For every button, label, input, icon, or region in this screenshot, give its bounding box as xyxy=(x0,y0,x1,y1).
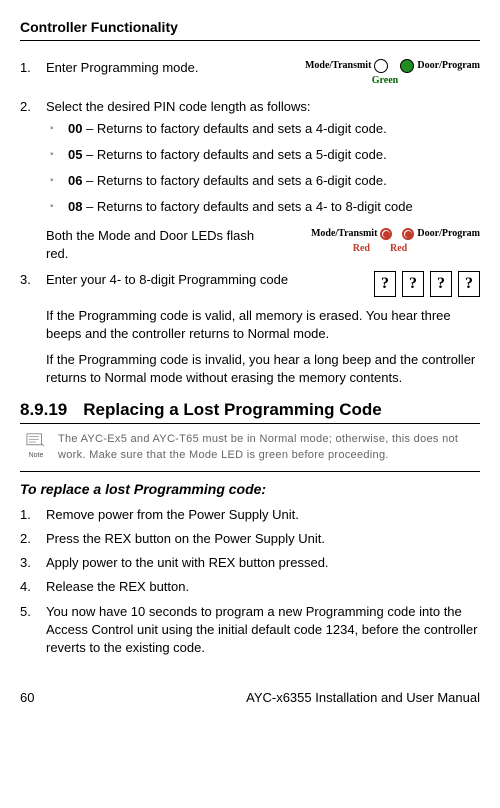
led-row-2: Mode/Transmit Door/Program xyxy=(280,227,480,241)
both-leds-block: Mode/Transmit Door/Program Red Red Both … xyxy=(20,227,480,263)
code-box-2: ? xyxy=(402,271,424,297)
step-2-intro: Select the desired PIN code length as fo… xyxy=(46,99,310,114)
led-diagram-2: Mode/Transmit Door/Program Red Red xyxy=(280,227,480,256)
mode-transmit-label-2: Mode/Transmit xyxy=(311,227,377,241)
code-box-4: ? xyxy=(458,271,480,297)
desc-06: – Returns to factory defaults and sets a… xyxy=(82,173,386,188)
section-title: Replacing a Lost Programming Code xyxy=(83,400,382,419)
red-label-1: Red xyxy=(353,242,370,256)
pin-option-00: 00 – Returns to factory defaults and set… xyxy=(46,120,480,138)
step-1: Mode/Transmit Door/Program Green Enter P… xyxy=(20,59,480,88)
code-06: 06 xyxy=(68,173,82,188)
red-labels-row: Red Red xyxy=(280,242,480,256)
door-led-green-icon xyxy=(400,59,414,73)
code-entry-boxes: ? ? ? ? xyxy=(374,271,480,297)
section-heading: 8.9.19 Replacing a Lost Programming Code xyxy=(20,398,480,422)
mode-transmit-label: Mode/Transmit xyxy=(305,59,371,73)
code-00: 00 xyxy=(68,121,82,136)
pin-option-08: 08 – Returns to factory defaults and set… xyxy=(46,198,480,216)
page-header: Controller Functionality xyxy=(20,18,480,38)
step-3: ? ? ? ? Enter your 4- to 8-digit Program… xyxy=(20,271,480,297)
replace-steps-list: Remove power from the Power Supply Unit.… xyxy=(20,506,480,657)
door-program-label: Door/Program xyxy=(417,59,480,73)
step-3-text: Enter your 4- to 8-digit Programming cod… xyxy=(46,272,288,287)
page-number: 60 xyxy=(20,689,34,707)
section-number: 8.9.19 xyxy=(20,400,67,419)
green-color-label: Green xyxy=(290,74,480,88)
valid-text: If the Programming code is valid, all me… xyxy=(20,307,480,343)
note-icon: Note xyxy=(22,432,50,460)
replace-step-5: You now have 10 seconds to program a new… xyxy=(20,603,480,658)
invalid-text: If the Programming code is invalid, you … xyxy=(20,351,480,387)
sub-heading: To replace a lost Programming code: xyxy=(20,480,480,500)
led-row: Mode/Transmit Door/Program xyxy=(290,59,480,73)
step-1-text: Enter Programming mode. xyxy=(46,60,198,75)
replace-step-2: Press the REX button on the Power Supply… xyxy=(20,530,480,548)
header-divider xyxy=(20,40,480,41)
page-footer: 60 AYC-x6355 Installation and User Manua… xyxy=(20,689,480,707)
door-program-label-2: Door/Program xyxy=(417,227,480,241)
mode-led-red-ring-icon xyxy=(380,228,392,240)
section-divider xyxy=(20,423,480,424)
main-steps-list-cont: ? ? ? ? Enter your 4- to 8-digit Program… xyxy=(20,271,480,297)
replace-step-1: Remove power from the Power Supply Unit. xyxy=(20,506,480,524)
main-steps-list: Mode/Transmit Door/Program Green Enter P… xyxy=(20,59,480,217)
code-box-1: ? xyxy=(374,271,396,297)
footer-doc-title: AYC-x6355 Installation and User Manual xyxy=(246,689,480,707)
code-box-3: ? xyxy=(430,271,452,297)
note-box: Note The AYC-Ex5 and AYC-T65 must be in … xyxy=(20,428,480,467)
door-led-red-ring-icon xyxy=(402,228,414,240)
replace-step-3: Apply power to the unit with REX button … xyxy=(20,554,480,572)
pin-option-06: 06 – Returns to factory defaults and set… xyxy=(46,172,480,190)
step-2: Select the desired PIN code length as fo… xyxy=(20,98,480,217)
note-icon-label: Note xyxy=(29,451,44,461)
note-text: The AYC-Ex5 and AYC-T65 must be in Norma… xyxy=(58,432,478,463)
both-leds-text: Both the Mode and Door LEDs flash red. xyxy=(46,228,254,261)
replace-step-4: Release the REX button. xyxy=(20,578,480,596)
code-08: 08 xyxy=(68,199,82,214)
pin-option-05: 05 – Returns to factory defaults and set… xyxy=(46,146,480,164)
code-05: 05 xyxy=(68,147,82,162)
desc-00: – Returns to factory defaults and sets a… xyxy=(82,121,386,136)
note-divider xyxy=(20,471,480,472)
pin-options-list: 00 – Returns to factory defaults and set… xyxy=(46,120,480,217)
mode-led-empty-icon xyxy=(374,59,388,73)
led-diagram-1: Mode/Transmit Door/Program Green xyxy=(290,59,480,88)
desc-05: – Returns to factory defaults and sets a… xyxy=(82,147,386,162)
red-label-2: Red xyxy=(390,242,407,256)
desc-08: – Returns to factory defaults and sets a… xyxy=(82,199,412,214)
